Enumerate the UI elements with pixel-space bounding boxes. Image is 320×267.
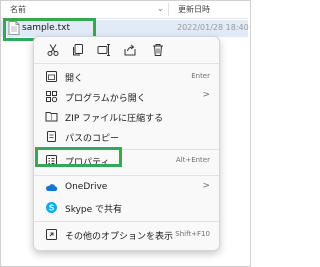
onedrive-icon: [46, 184, 58, 191]
apps-icon: [46, 91, 58, 103]
date-column-header[interactable]: 更新日時: [178, 4, 210, 15]
rename-icon[interactable]: [97, 43, 111, 57]
menu-item-label: その他のオプションを表示: [65, 232, 174, 242]
quick-action-bar: [34, 37, 219, 63]
menu-divider: [34, 175, 219, 176]
chevron-right-icon: >: [202, 90, 210, 100]
open-icon: [46, 71, 57, 82]
menu-item-copy-path[interactable]: パスのコピー: [34, 127, 219, 147]
more-options-icon: [46, 229, 57, 240]
sort-chevron-icon[interactable]: ⌄: [157, 4, 164, 13]
skype-icon: S: [46, 202, 57, 213]
menu-item-label: 開く: [65, 74, 84, 84]
copy-path-icon: [47, 131, 56, 142]
copy-icon[interactable]: [71, 43, 85, 57]
zip-folder-icon: [45, 112, 58, 122]
menu-item-skype[interactable]: S Skype で共有: [34, 198, 219, 218]
menu-divider: [34, 221, 219, 222]
menu-item-open-with[interactable]: プログラムから開く >: [34, 87, 219, 107]
file-modified-date: 2022/01/28 18:40: [177, 23, 249, 32]
menu-item-onedrive[interactable]: OneDrive >: [34, 178, 219, 198]
column-divider[interactable]: [168, 3, 169, 16]
share-icon[interactable]: [123, 43, 137, 57]
chevron-right-icon: >: [202, 181, 210, 191]
name-column-header[interactable]: 名前: [10, 4, 26, 15]
menu-item-label: ZIP ファイルに圧縮する: [65, 114, 164, 124]
menu-item-open[interactable]: 開く Enter: [34, 67, 219, 87]
context-menu: 開く Enter プログラムから開く > ZIP ファイルに圧縮する パスのコピ…: [33, 36, 220, 251]
svg-text:S: S: [49, 203, 55, 212]
menu-item-label: Skype で共有: [65, 205, 123, 215]
menu-item-more-options[interactable]: その他のオプションを表示 Shift+F10: [34, 225, 219, 245]
column-header: 名前 ⌄ 更新日時: [1, 1, 248, 19]
shortcut-text: Shift+F10: [175, 230, 210, 238]
menu-item-label: パスのコピー: [65, 134, 120, 144]
menu-item-label: OneDrive: [65, 182, 108, 192]
cut-icon[interactable]: [46, 43, 60, 57]
delete-icon[interactable]: [151, 43, 165, 57]
menu-item-zip[interactable]: ZIP ファイルに圧縮する: [34, 107, 219, 127]
shortcut-text: Enter: [191, 72, 210, 80]
properties-highlight-box: [35, 147, 122, 167]
shortcut-text: Alt+Enter: [175, 156, 210, 164]
menu-divider: [34, 63, 219, 64]
menu-item-label: プログラムから開く: [65, 94, 146, 104]
